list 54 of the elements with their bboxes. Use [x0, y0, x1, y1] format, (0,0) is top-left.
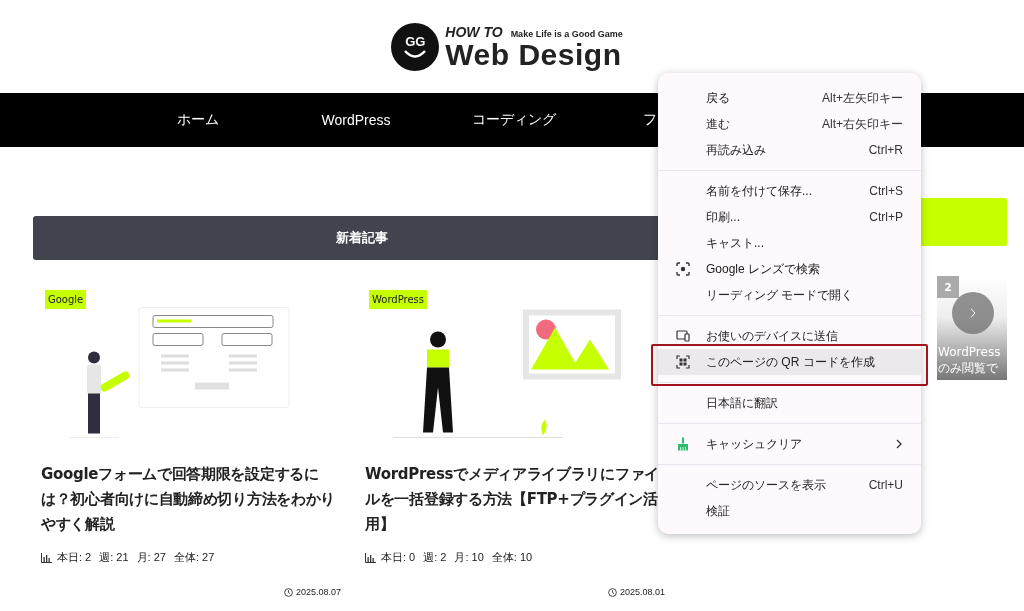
menu-item[interactable]: このページの QR コードを作成 [658, 349, 921, 375]
nav-link[interactable]: ホーム [119, 111, 277, 129]
category-tag[interactable]: WordPress [369, 290, 428, 309]
menu-item[interactable]: お使いのデバイスに送信 [658, 323, 921, 349]
bar-chart-icon [365, 552, 376, 563]
nav-link[interactable]: コーディング [435, 111, 593, 129]
category-tag[interactable]: Google [45, 290, 87, 309]
next-slide-button[interactable] [952, 292, 994, 334]
ranking-caption: のみ閲覧で [938, 360, 999, 376]
menu-item[interactable]: 検証 [658, 498, 921, 524]
devices-icon [676, 329, 690, 343]
menu-item[interactable]: 再読み込み Ctrl+R [658, 137, 921, 163]
logo-title: Web Design [445, 39, 623, 70]
keyboard-shortcut: Alt+右矢印キー [822, 115, 903, 133]
keyboard-shortcut: Ctrl+P [869, 210, 903, 224]
menu-item[interactable]: 戻る Alt+左矢印キー [658, 85, 921, 111]
logo-tagline: Make Life is a Good Game [510, 28, 623, 39]
logo-subtitle: HOW TO [445, 23, 503, 40]
bar-chart-icon [41, 552, 52, 563]
keyboard-shortcut: Ctrl+U [868, 478, 903, 492]
menu-item[interactable]: リーディング モードで開く [658, 282, 921, 308]
view-count: 本日: 0 [381, 550, 416, 565]
menu-item[interactable]: 名前を付けて保存... Ctrl+S [658, 178, 921, 204]
smile-icon [404, 50, 427, 58]
keyboard-shortcut: Alt+左矢印キー [822, 89, 903, 107]
ranking-caption: WordPress [938, 344, 1001, 360]
view-count: 全体: 27 [173, 550, 215, 565]
keyboard-shortcut: Ctrl+R [868, 143, 903, 157]
qr-code-icon [676, 355, 690, 369]
view-count: 週: 21 [99, 550, 129, 565]
view-count: 月: 27 [136, 550, 166, 565]
menu-item[interactable]: 日本語に翻訳 [658, 390, 921, 416]
clock-icon [283, 587, 293, 597]
nav-link[interactable]: WordPress [277, 112, 435, 128]
view-count: 全体: 10 [491, 550, 533, 565]
chevron-right-icon [895, 439, 903, 449]
menu-item[interactable]: 進む Alt+右矢印キー [658, 111, 921, 137]
view-count: 本日: 2 [57, 550, 92, 565]
rank-badge: 2 [937, 276, 959, 298]
post-date: 2025.08.07 [295, 587, 341, 597]
logo-mark-text: GG [405, 35, 426, 48]
article-title[interactable]: Googleフォームで回答期限を設定するには？初心者向けに自動締め切り方法をわかりやすく解説 [41, 462, 337, 537]
chevron-right-icon [969, 308, 977, 318]
broom-icon [676, 437, 690, 451]
menu-item[interactable]: ページのソースを表示 Ctrl+U [658, 472, 921, 498]
post-date: 2025.08.01 [619, 587, 665, 597]
lens-icon [676, 262, 690, 276]
nav-link[interactable]: フ [643, 111, 657, 129]
clock-icon [607, 587, 617, 597]
view-count: 月: 10 [454, 550, 484, 565]
view-count: 週: 2 [423, 550, 447, 565]
keyboard-shortcut: Ctrl+S [869, 184, 903, 198]
menu-item[interactable]: キャッシュクリア [658, 431, 921, 457]
article-title[interactable]: WordPressでメディアライブラリにファイルを一括登録する方法【FTP+プラグイン活用】 [365, 462, 661, 537]
